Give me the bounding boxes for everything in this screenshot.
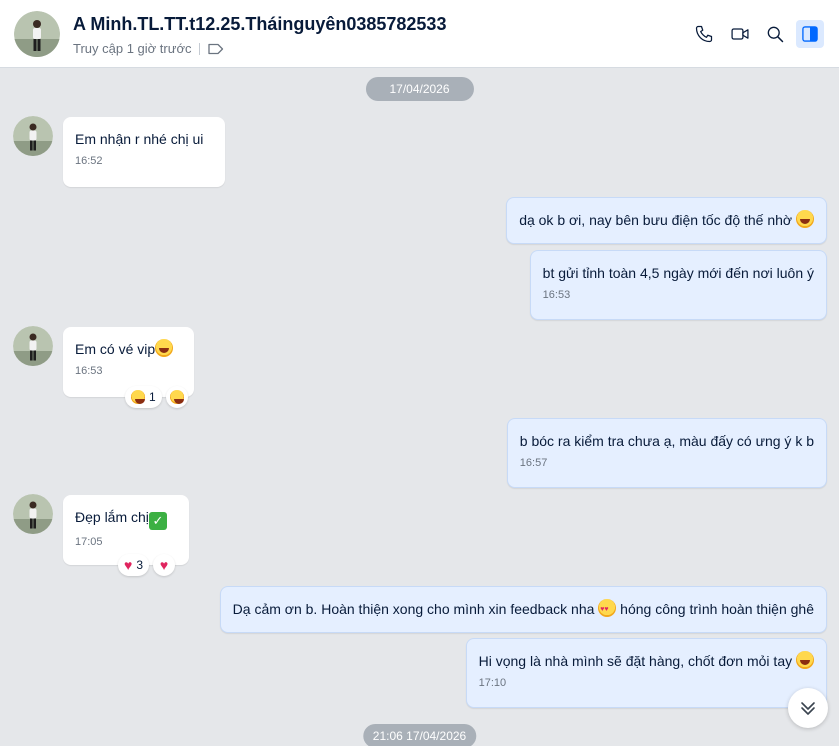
message-bubble[interactable]: Em nhận r nhé chị ui 16:52 xyxy=(63,117,225,187)
heart-icon: ♥ xyxy=(159,557,169,573)
heart-icon: ♥ xyxy=(124,557,133,573)
message-text: Em nhận r nhé chị ui xyxy=(75,131,204,147)
search-button[interactable] xyxy=(761,20,789,48)
status-divider xyxy=(199,42,201,55)
video-call-icon xyxy=(731,28,749,40)
sidebar-toggle-button[interactable] xyxy=(796,20,824,48)
laughing-face-icon xyxy=(169,390,184,404)
reaction-count: 3 xyxy=(136,558,143,572)
message-bubble[interactable]: Hi vọng là nhà mình sẽ đặt hàng, chốt đơ… xyxy=(465,638,827,708)
message-text: dạ ok b ơi, nay bên bưu điện tốc độ thế … xyxy=(519,210,814,230)
add-reaction-button[interactable]: ♥ xyxy=(153,554,175,576)
message-time: 16:53 xyxy=(75,365,103,377)
laughing-face-icon xyxy=(796,210,814,228)
last-seen-text: Truy cập 1 giờ trước xyxy=(73,41,192,56)
label-tag-icon[interactable] xyxy=(208,43,224,55)
heart-eyes-face-icon xyxy=(598,599,617,620)
message-time: 16:57 xyxy=(519,457,548,469)
add-reaction-button[interactable] xyxy=(165,386,188,408)
date-separator: 21:06 17/04/2026 xyxy=(362,724,477,746)
scroll-to-bottom-button[interactable] xyxy=(788,688,828,728)
message-text: bt gửi tỉnh toàn 4,5 ngày mới đến nơi lu… xyxy=(542,265,814,281)
message-time: 17:10 xyxy=(478,677,507,689)
contact-avatar[interactable] xyxy=(14,11,60,57)
rofl-face-icon xyxy=(796,651,814,669)
message-time: 16:53 xyxy=(542,289,571,301)
phone-icon xyxy=(695,25,713,43)
reaction-summary[interactable]: 1 xyxy=(125,386,162,408)
message-text: Em có vé vip xyxy=(75,339,182,359)
message-text: Đẹp lắm chị ✓ xyxy=(75,507,177,530)
sender-avatar[interactable] xyxy=(13,494,53,534)
sidebar-toggle-icon xyxy=(802,26,818,42)
contact-name[interactable]: A Minh.TL.TT.t12.25.Tháinguyên0385782533 xyxy=(73,14,446,35)
contact-status: Truy cập 1 giờ trước xyxy=(73,41,224,56)
sender-avatar[interactable] xyxy=(13,116,53,156)
laughing-face-icon xyxy=(131,390,145,404)
message-bubble[interactable]: b bóc ra kiểm tra chưa ạ, màu đấy có ưng… xyxy=(506,418,827,488)
reaction-count: 1 xyxy=(149,390,156,404)
sender-avatar[interactable] xyxy=(13,326,53,366)
message-text: b bóc ra kiểm tra chưa ạ, màu đấy có ưng… xyxy=(519,433,814,449)
check-mark-icon: ✓ xyxy=(148,512,167,530)
message-time: 16:52 xyxy=(75,155,103,167)
double-chevron-down-icon xyxy=(801,702,815,715)
message-bubble[interactable]: Dạ cảm ơn b. Hoàn thiện xong cho mình xi… xyxy=(219,586,827,633)
search-icon xyxy=(767,26,784,43)
message-time: 17:05 xyxy=(75,536,103,548)
chat-header: A Minh.TL.TT.t12.25.Tháinguyên0385782533… xyxy=(0,0,839,68)
reaction-summary[interactable]: ♥ 3 xyxy=(118,554,149,576)
video-call-button[interactable] xyxy=(726,20,754,48)
reaction-bar: ♥ 3 ♥ xyxy=(118,554,175,576)
message-text: Dạ cảm ơn b. Hoàn thiện xong cho mình xi… xyxy=(233,599,814,620)
date-separator: 17/04/2026 xyxy=(365,77,474,101)
message-bubble[interactable]: bt gửi tỉnh toàn 4,5 ngày mới đến nơi lu… xyxy=(529,250,827,320)
reaction-bar: 1 xyxy=(125,386,188,408)
message-bubble[interactable]: dạ ok b ơi, nay bên bưu điện tốc độ thế … xyxy=(506,197,827,244)
laughing-face-icon xyxy=(155,339,174,357)
message-text: Hi vọng là nhà mình sẽ đặt hàng, chốt đơ… xyxy=(479,651,814,671)
call-button[interactable] xyxy=(690,20,718,48)
